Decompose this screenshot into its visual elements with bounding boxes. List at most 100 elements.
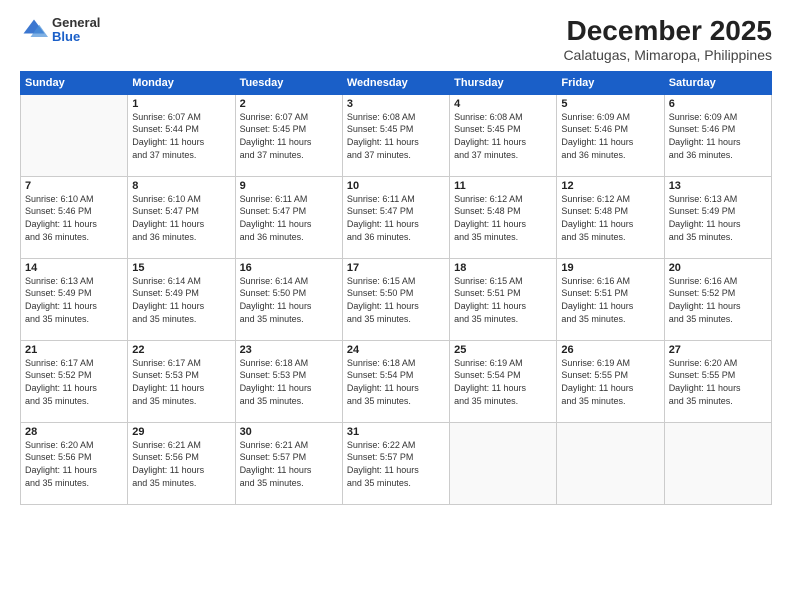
sunrise-line: Sunrise: 6:17 AM	[25, 357, 123, 370]
daylight-label: Daylight: 11 hours	[240, 218, 338, 231]
daylight-minutes: and 35 minutes.	[347, 395, 445, 408]
day-info: Sunrise: 6:07 AMSunset: 5:45 PMDaylight:…	[240, 111, 338, 161]
calendar-cell: 15Sunrise: 6:14 AMSunset: 5:49 PMDayligh…	[128, 258, 235, 340]
day-info: Sunrise: 6:10 AMSunset: 5:46 PMDaylight:…	[25, 193, 123, 243]
daylight-minutes: and 35 minutes.	[25, 313, 123, 326]
calendar-cell: 21Sunrise: 6:17 AMSunset: 5:52 PMDayligh…	[21, 340, 128, 422]
daylight-minutes: and 35 minutes.	[561, 395, 659, 408]
sunrise-line: Sunrise: 6:14 AM	[132, 275, 230, 288]
page-subtitle: Calatugas, Mimaropa, Philippines	[563, 47, 772, 63]
daylight-label: Daylight: 11 hours	[132, 218, 230, 231]
daylight-label: Daylight: 11 hours	[561, 300, 659, 313]
daylight-label: Daylight: 11 hours	[454, 218, 552, 231]
sunrise-line: Sunrise: 6:07 AM	[132, 111, 230, 124]
day-number: 20	[669, 262, 767, 274]
sunset-line: Sunset: 5:44 PM	[132, 123, 230, 136]
sunset-line: Sunset: 5:53 PM	[240, 369, 338, 382]
sunset-line: Sunset: 5:54 PM	[454, 369, 552, 382]
sunset-line: Sunset: 5:47 PM	[347, 205, 445, 218]
sunrise-line: Sunrise: 6:08 AM	[347, 111, 445, 124]
calendar-body: 1Sunrise: 6:07 AMSunset: 5:44 PMDaylight…	[21, 94, 772, 504]
day-info: Sunrise: 6:08 AMSunset: 5:45 PMDaylight:…	[347, 111, 445, 161]
day-info: Sunrise: 6:13 AMSunset: 5:49 PMDaylight:…	[25, 275, 123, 325]
daylight-minutes: and 35 minutes.	[240, 395, 338, 408]
calendar-cell: 24Sunrise: 6:18 AMSunset: 5:54 PMDayligh…	[342, 340, 449, 422]
day-number: 17	[347, 262, 445, 274]
calendar-cell: 27Sunrise: 6:20 AMSunset: 5:55 PMDayligh…	[664, 340, 771, 422]
sunrise-line: Sunrise: 6:19 AM	[561, 357, 659, 370]
sunrise-line: Sunrise: 6:12 AM	[561, 193, 659, 206]
day-number: 19	[561, 262, 659, 274]
weekday-header-saturday: Saturday	[664, 71, 771, 94]
day-info: Sunrise: 6:21 AMSunset: 5:57 PMDaylight:…	[240, 439, 338, 489]
daylight-label: Daylight: 11 hours	[240, 464, 338, 477]
daylight-label: Daylight: 11 hours	[669, 300, 767, 313]
calendar-cell: 17Sunrise: 6:15 AMSunset: 5:50 PMDayligh…	[342, 258, 449, 340]
day-number: 5	[561, 98, 659, 110]
daylight-minutes: and 35 minutes.	[25, 477, 123, 490]
daylight-label: Daylight: 11 hours	[132, 382, 230, 395]
sunrise-line: Sunrise: 6:12 AM	[454, 193, 552, 206]
sunset-line: Sunset: 5:48 PM	[561, 205, 659, 218]
sunrise-line: Sunrise: 6:20 AM	[25, 439, 123, 452]
day-info: Sunrise: 6:11 AMSunset: 5:47 PMDaylight:…	[347, 193, 445, 243]
weekday-header-tuesday: Tuesday	[235, 71, 342, 94]
day-info: Sunrise: 6:22 AMSunset: 5:57 PMDaylight:…	[347, 439, 445, 489]
day-info: Sunrise: 6:12 AMSunset: 5:48 PMDaylight:…	[561, 193, 659, 243]
daylight-label: Daylight: 11 hours	[561, 382, 659, 395]
day-info: Sunrise: 6:18 AMSunset: 5:53 PMDaylight:…	[240, 357, 338, 407]
day-number: 14	[25, 262, 123, 274]
calendar-cell: 31Sunrise: 6:22 AMSunset: 5:57 PMDayligh…	[342, 422, 449, 504]
daylight-label: Daylight: 11 hours	[347, 300, 445, 313]
day-number: 21	[25, 344, 123, 356]
daylight-label: Daylight: 11 hours	[25, 464, 123, 477]
calendar-cell: 29Sunrise: 6:21 AMSunset: 5:56 PMDayligh…	[128, 422, 235, 504]
day-info: Sunrise: 6:17 AMSunset: 5:52 PMDaylight:…	[25, 357, 123, 407]
daylight-minutes: and 35 minutes.	[240, 313, 338, 326]
sunrise-line: Sunrise: 6:11 AM	[347, 193, 445, 206]
calendar-cell: 28Sunrise: 6:20 AMSunset: 5:56 PMDayligh…	[21, 422, 128, 504]
daylight-minutes: and 36 minutes.	[25, 231, 123, 244]
calendar-cell: 2Sunrise: 6:07 AMSunset: 5:45 PMDaylight…	[235, 94, 342, 176]
day-info: Sunrise: 6:19 AMSunset: 5:54 PMDaylight:…	[454, 357, 552, 407]
day-info: Sunrise: 6:15 AMSunset: 5:51 PMDaylight:…	[454, 275, 552, 325]
daylight-minutes: and 37 minutes.	[347, 149, 445, 162]
sunrise-line: Sunrise: 6:08 AM	[454, 111, 552, 124]
logo-icon	[20, 16, 48, 44]
calendar-cell: 4Sunrise: 6:08 AMSunset: 5:45 PMDaylight…	[450, 94, 557, 176]
daylight-minutes: and 35 minutes.	[347, 313, 445, 326]
weekday-header-monday: Monday	[128, 71, 235, 94]
calendar-cell: 20Sunrise: 6:16 AMSunset: 5:52 PMDayligh…	[664, 258, 771, 340]
sunrise-line: Sunrise: 6:17 AM	[132, 357, 230, 370]
daylight-minutes: and 36 minutes.	[240, 231, 338, 244]
logo-general: General	[52, 16, 100, 30]
day-number: 30	[240, 426, 338, 438]
logo-blue: Blue	[52, 30, 100, 44]
calendar-cell: 12Sunrise: 6:12 AMSunset: 5:48 PMDayligh…	[557, 176, 664, 258]
sunrise-line: Sunrise: 6:14 AM	[240, 275, 338, 288]
daylight-minutes: and 35 minutes.	[132, 395, 230, 408]
calendar-cell: 11Sunrise: 6:12 AMSunset: 5:48 PMDayligh…	[450, 176, 557, 258]
sunset-line: Sunset: 5:46 PM	[25, 205, 123, 218]
day-info: Sunrise: 6:21 AMSunset: 5:56 PMDaylight:…	[132, 439, 230, 489]
sunset-line: Sunset: 5:57 PM	[347, 451, 445, 464]
day-number: 3	[347, 98, 445, 110]
daylight-label: Daylight: 11 hours	[25, 218, 123, 231]
calendar-cell: 9Sunrise: 6:11 AMSunset: 5:47 PMDaylight…	[235, 176, 342, 258]
sunset-line: Sunset: 5:45 PM	[347, 123, 445, 136]
calendar-cell: 8Sunrise: 6:10 AMSunset: 5:47 PMDaylight…	[128, 176, 235, 258]
sunrise-line: Sunrise: 6:21 AM	[132, 439, 230, 452]
day-info: Sunrise: 6:20 AMSunset: 5:56 PMDaylight:…	[25, 439, 123, 489]
sunset-line: Sunset: 5:51 PM	[561, 287, 659, 300]
day-number: 6	[669, 98, 767, 110]
day-number: 28	[25, 426, 123, 438]
sunrise-line: Sunrise: 6:18 AM	[240, 357, 338, 370]
day-info: Sunrise: 6:09 AMSunset: 5:46 PMDaylight:…	[561, 111, 659, 161]
weekday-header-wednesday: Wednesday	[342, 71, 449, 94]
day-number: 13	[669, 180, 767, 192]
daylight-label: Daylight: 11 hours	[25, 300, 123, 313]
daylight-minutes: and 35 minutes.	[669, 231, 767, 244]
calendar-cell: 1Sunrise: 6:07 AMSunset: 5:44 PMDaylight…	[128, 94, 235, 176]
sunset-line: Sunset: 5:46 PM	[561, 123, 659, 136]
day-number: 26	[561, 344, 659, 356]
